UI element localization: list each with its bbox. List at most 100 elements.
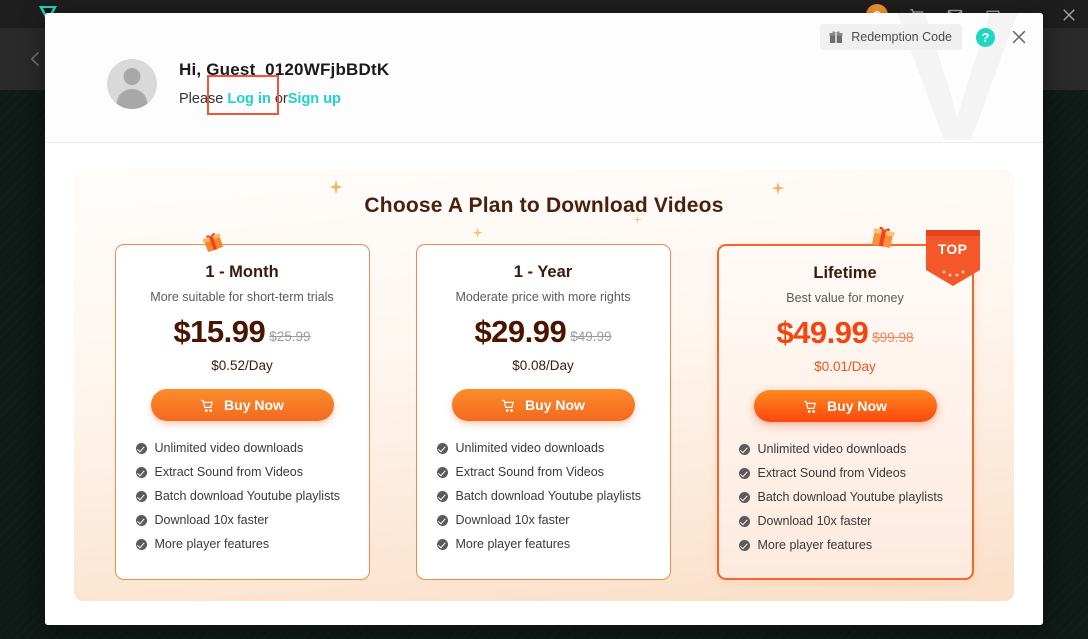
- feature-list: Unlimited video downloads Extract Sound …: [132, 441, 353, 551]
- cart-icon: [201, 399, 213, 412]
- list-item: More player features: [436, 537, 650, 551]
- check-icon: [135, 514, 147, 526]
- plan-per-day: $0.08/Day: [512, 358, 574, 373]
- check-icon: [135, 538, 147, 550]
- plan-per-day: $0.52/Day: [211, 358, 273, 373]
- auth-between: or: [274, 90, 288, 107]
- login-link[interactable]: Log in: [227, 91, 271, 107]
- close-icon[interactable]: [1060, 6, 1078, 24]
- feature-label: Batch download Youtube playlists: [757, 490, 944, 504]
- auth-prompt: Please Log in or Sign up: [179, 74, 389, 115]
- signup-link[interactable]: Sign up: [288, 91, 341, 107]
- plan-description: Best value for money: [786, 291, 904, 305]
- plan-cards: 1 - Month More suitable for short-term t…: [74, 230, 1014, 580]
- auth-prefix: Please: [179, 90, 224, 107]
- list-item: Download 10x faster: [135, 513, 349, 527]
- buy-now-button[interactable]: Buy Now: [451, 389, 635, 421]
- check-icon: [436, 490, 448, 502]
- feature-label: Extract Sound from Videos: [154, 465, 303, 479]
- check-icon: [436, 514, 448, 526]
- plan-card-month[interactable]: 1 - Month More suitable for short-term t…: [114, 244, 370, 580]
- modal-body: Choose A Plan to Download Videos 1 - Mon…: [45, 143, 1043, 625]
- redemption-code-label: Redemption Code: [851, 30, 952, 44]
- list-item: Extract Sound from Videos: [738, 466, 952, 480]
- list-item: Batch download Youtube playlists: [436, 489, 650, 503]
- price-row: $29.99 $49.99: [433, 316, 654, 347]
- modal-close-icon[interactable]: [1009, 27, 1029, 47]
- feature-label: Download 10x faster: [757, 514, 872, 528]
- user-text-block: Hi, Guest_0120WFjbBDtK Please Log in or …: [179, 59, 390, 115]
- check-icon: [135, 442, 147, 454]
- feature-list: Unlimited video downloads Extract Sound …: [433, 441, 654, 551]
- check-icon: [436, 538, 448, 550]
- buy-now-button[interactable]: Buy Now: [150, 389, 334, 421]
- feature-label: Extract Sound from Videos: [455, 465, 604, 479]
- list-item: Unlimited video downloads: [436, 441, 650, 455]
- plan-old-price: $49.99: [570, 329, 612, 344]
- user-avatar-icon: [107, 59, 157, 109]
- buy-now-label: Buy Now: [827, 398, 887, 414]
- top-badge-icon: [925, 230, 980, 286]
- price-row: $15.99 $25.99: [132, 316, 353, 347]
- plan-description: More suitable for short-term trials: [150, 290, 334, 304]
- check-icon: [436, 442, 448, 454]
- list-item: Download 10x faster: [738, 514, 952, 528]
- list-item: More player features: [738, 538, 952, 552]
- feature-label: More player features: [154, 537, 270, 551]
- plan-name: 1 - Month: [205, 263, 279, 281]
- buy-now-label: Buy Now: [224, 397, 284, 413]
- plan-old-price: $25.99: [269, 329, 311, 344]
- list-item: Unlimited video downloads: [738, 442, 952, 456]
- feature-label: Unlimited video downloads: [757, 442, 907, 456]
- feature-label: Batch download Youtube playlists: [154, 489, 341, 503]
- list-item: More player features: [135, 537, 349, 551]
- check-icon: [738, 539, 750, 551]
- cart-icon: [502, 399, 514, 412]
- plan-per-day: $0.01/Day: [814, 359, 876, 374]
- user-info-row: Hi, Guest_0120WFjbBDtK Please Log in or …: [107, 59, 390, 115]
- list-item: Batch download Youtube playlists: [135, 489, 349, 503]
- pricing-panel: Choose A Plan to Download Videos 1 - Mon…: [74, 169, 1014, 601]
- check-icon: [738, 515, 750, 527]
- check-icon: [738, 491, 750, 503]
- user-greeting: Hi, Guest_0120WFjbBDtK: [179, 59, 390, 79]
- feature-label: More player features: [455, 537, 571, 551]
- list-item: Download 10x faster: [436, 513, 650, 527]
- check-icon: [738, 467, 750, 479]
- feature-list: Unlimited video downloads Extract Sound …: [735, 442, 956, 552]
- plan-name: Lifetime: [813, 264, 877, 282]
- plan-card-year[interactable]: 1 - Year Moderate price with more rights…: [415, 244, 671, 580]
- purchase-modal: V Redemption Code ? Hi, Guest_0120WFjbBD…: [45, 13, 1043, 625]
- check-icon: [436, 466, 448, 478]
- plan-price: $49.99: [776, 315, 869, 350]
- list-item: Unlimited video downloads: [135, 441, 349, 455]
- check-icon: [135, 466, 147, 478]
- buy-now-label: Buy Now: [525, 397, 585, 413]
- list-item: Batch download Youtube playlists: [738, 490, 952, 504]
- plan-name: 1 - Year: [513, 263, 573, 281]
- buy-now-button[interactable]: Buy Now: [753, 390, 937, 422]
- plan-description: Moderate price with more rights: [455, 290, 631, 304]
- feature-label: Batch download Youtube playlists: [455, 489, 642, 503]
- login-link-wrapper[interactable]: Log in: [207, 74, 280, 115]
- cart-icon: [804, 400, 816, 413]
- sparkle-icon: [472, 227, 483, 239]
- feature-label: Download 10x faster: [455, 513, 570, 527]
- back-arrow-icon[interactable]: [26, 48, 46, 70]
- price-row: $49.99 $99.98: [735, 317, 956, 348]
- feature-label: Unlimited video downloads: [455, 441, 605, 455]
- modal-header-tools: Redemption Code ?: [820, 24, 1029, 50]
- feature-label: Extract Sound from Videos: [757, 466, 906, 480]
- plan-card-lifetime[interactable]: TOP Lifetime Best value for money $49.99…: [716, 230, 980, 580]
- redemption-code-button[interactable]: Redemption Code: [820, 24, 962, 50]
- list-item: Extract Sound from Videos: [135, 465, 349, 479]
- help-icon[interactable]: ?: [976, 27, 995, 47]
- feature-label: More player features: [757, 538, 873, 552]
- feature-label: Unlimited video downloads: [154, 441, 304, 455]
- plan-price: $29.99: [474, 314, 567, 349]
- modal-header: V Redemption Code ? Hi, Guest_0120WFjbBD…: [45, 13, 1043, 143]
- plan-old-price: $99.98: [872, 330, 914, 345]
- page-title: Choose A Plan to Download Videos: [364, 194, 724, 217]
- check-icon: [135, 490, 147, 502]
- plan-price: $15.99: [173, 314, 266, 349]
